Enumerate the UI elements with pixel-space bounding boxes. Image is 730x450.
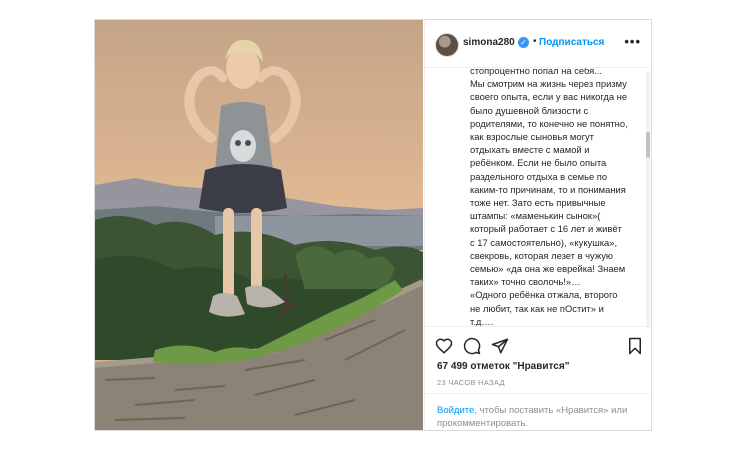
post-side-panel: simona280 ✓ • Подписаться ••• стопроцент… <box>424 20 653 430</box>
bookmark-icon[interactable] <box>627 337 643 355</box>
post-actions: 67 499 отметок "Нравится" 23 ЧАСОВ НАЗАД… <box>425 326 653 430</box>
likes-count[interactable]: 67 499 отметок "Нравится" <box>437 361 569 372</box>
caption-text: стопроцентно попал на себя... Мы смотрим… <box>470 68 628 327</box>
caption-scrollbar[interactable] <box>646 72 650 328</box>
more-options-icon[interactable]: ••• <box>624 34 641 49</box>
instagram-post: simona280 ✓ • Подписаться ••• стопроцент… <box>94 19 653 431</box>
post-photo[interactable] <box>95 20 423 430</box>
caption-scroll-area[interactable]: стопроцентно попал на себя... Мы смотрим… <box>425 68 653 334</box>
follow-button[interactable]: Подписаться <box>539 37 604 48</box>
post-timestamp[interactable]: 23 ЧАСОВ НАЗАД <box>437 378 505 387</box>
username[interactable]: simona280 <box>463 37 515 48</box>
login-prompt: Войдите, чтобы поставить «Нравится» или … <box>425 393 653 431</box>
sunset-girl-photo <box>95 20 423 430</box>
share-icon[interactable] <box>491 337 509 355</box>
post-header: simona280 ✓ • Подписаться ••• <box>425 20 653 68</box>
separator-dot: • <box>533 36 537 47</box>
heart-icon[interactable] <box>435 337 453 355</box>
scrollbar-thumb[interactable] <box>646 132 650 158</box>
verified-badge-icon: ✓ <box>518 37 529 48</box>
avatar[interactable] <box>435 33 459 57</box>
comment-icon[interactable] <box>463 337 481 355</box>
login-link[interactable]: Войдите <box>437 405 474 416</box>
